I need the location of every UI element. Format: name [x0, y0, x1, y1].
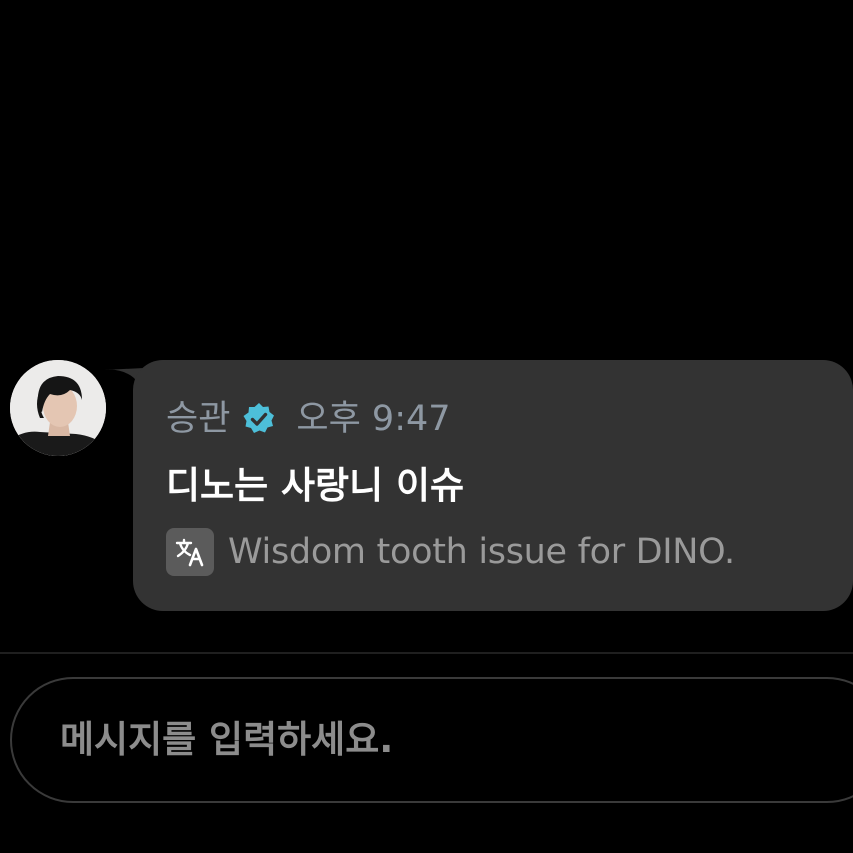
translation-row[interactable]: Wisdom tooth issue for DINO. [166, 527, 735, 577]
avatar-image [10, 360, 106, 456]
translation-text: Wisdom tooth issue for DINO. [228, 532, 735, 572]
verified-badge-icon [243, 403, 275, 433]
composer-divider [0, 652, 853, 654]
translate-icon[interactable] [166, 528, 214, 576]
message-text[interactable]: 디노는 사랑니 이슈 [166, 458, 464, 514]
message-input-placeholder: 메시지를 입력하세요. [60, 718, 394, 761]
sender-avatar[interactable] [10, 360, 106, 456]
message-meta: 승관 오후 9:47 [166, 396, 451, 442]
sender-name[interactable]: 승관 [166, 396, 230, 442]
message-time: 오후 9:47 [296, 399, 451, 439]
